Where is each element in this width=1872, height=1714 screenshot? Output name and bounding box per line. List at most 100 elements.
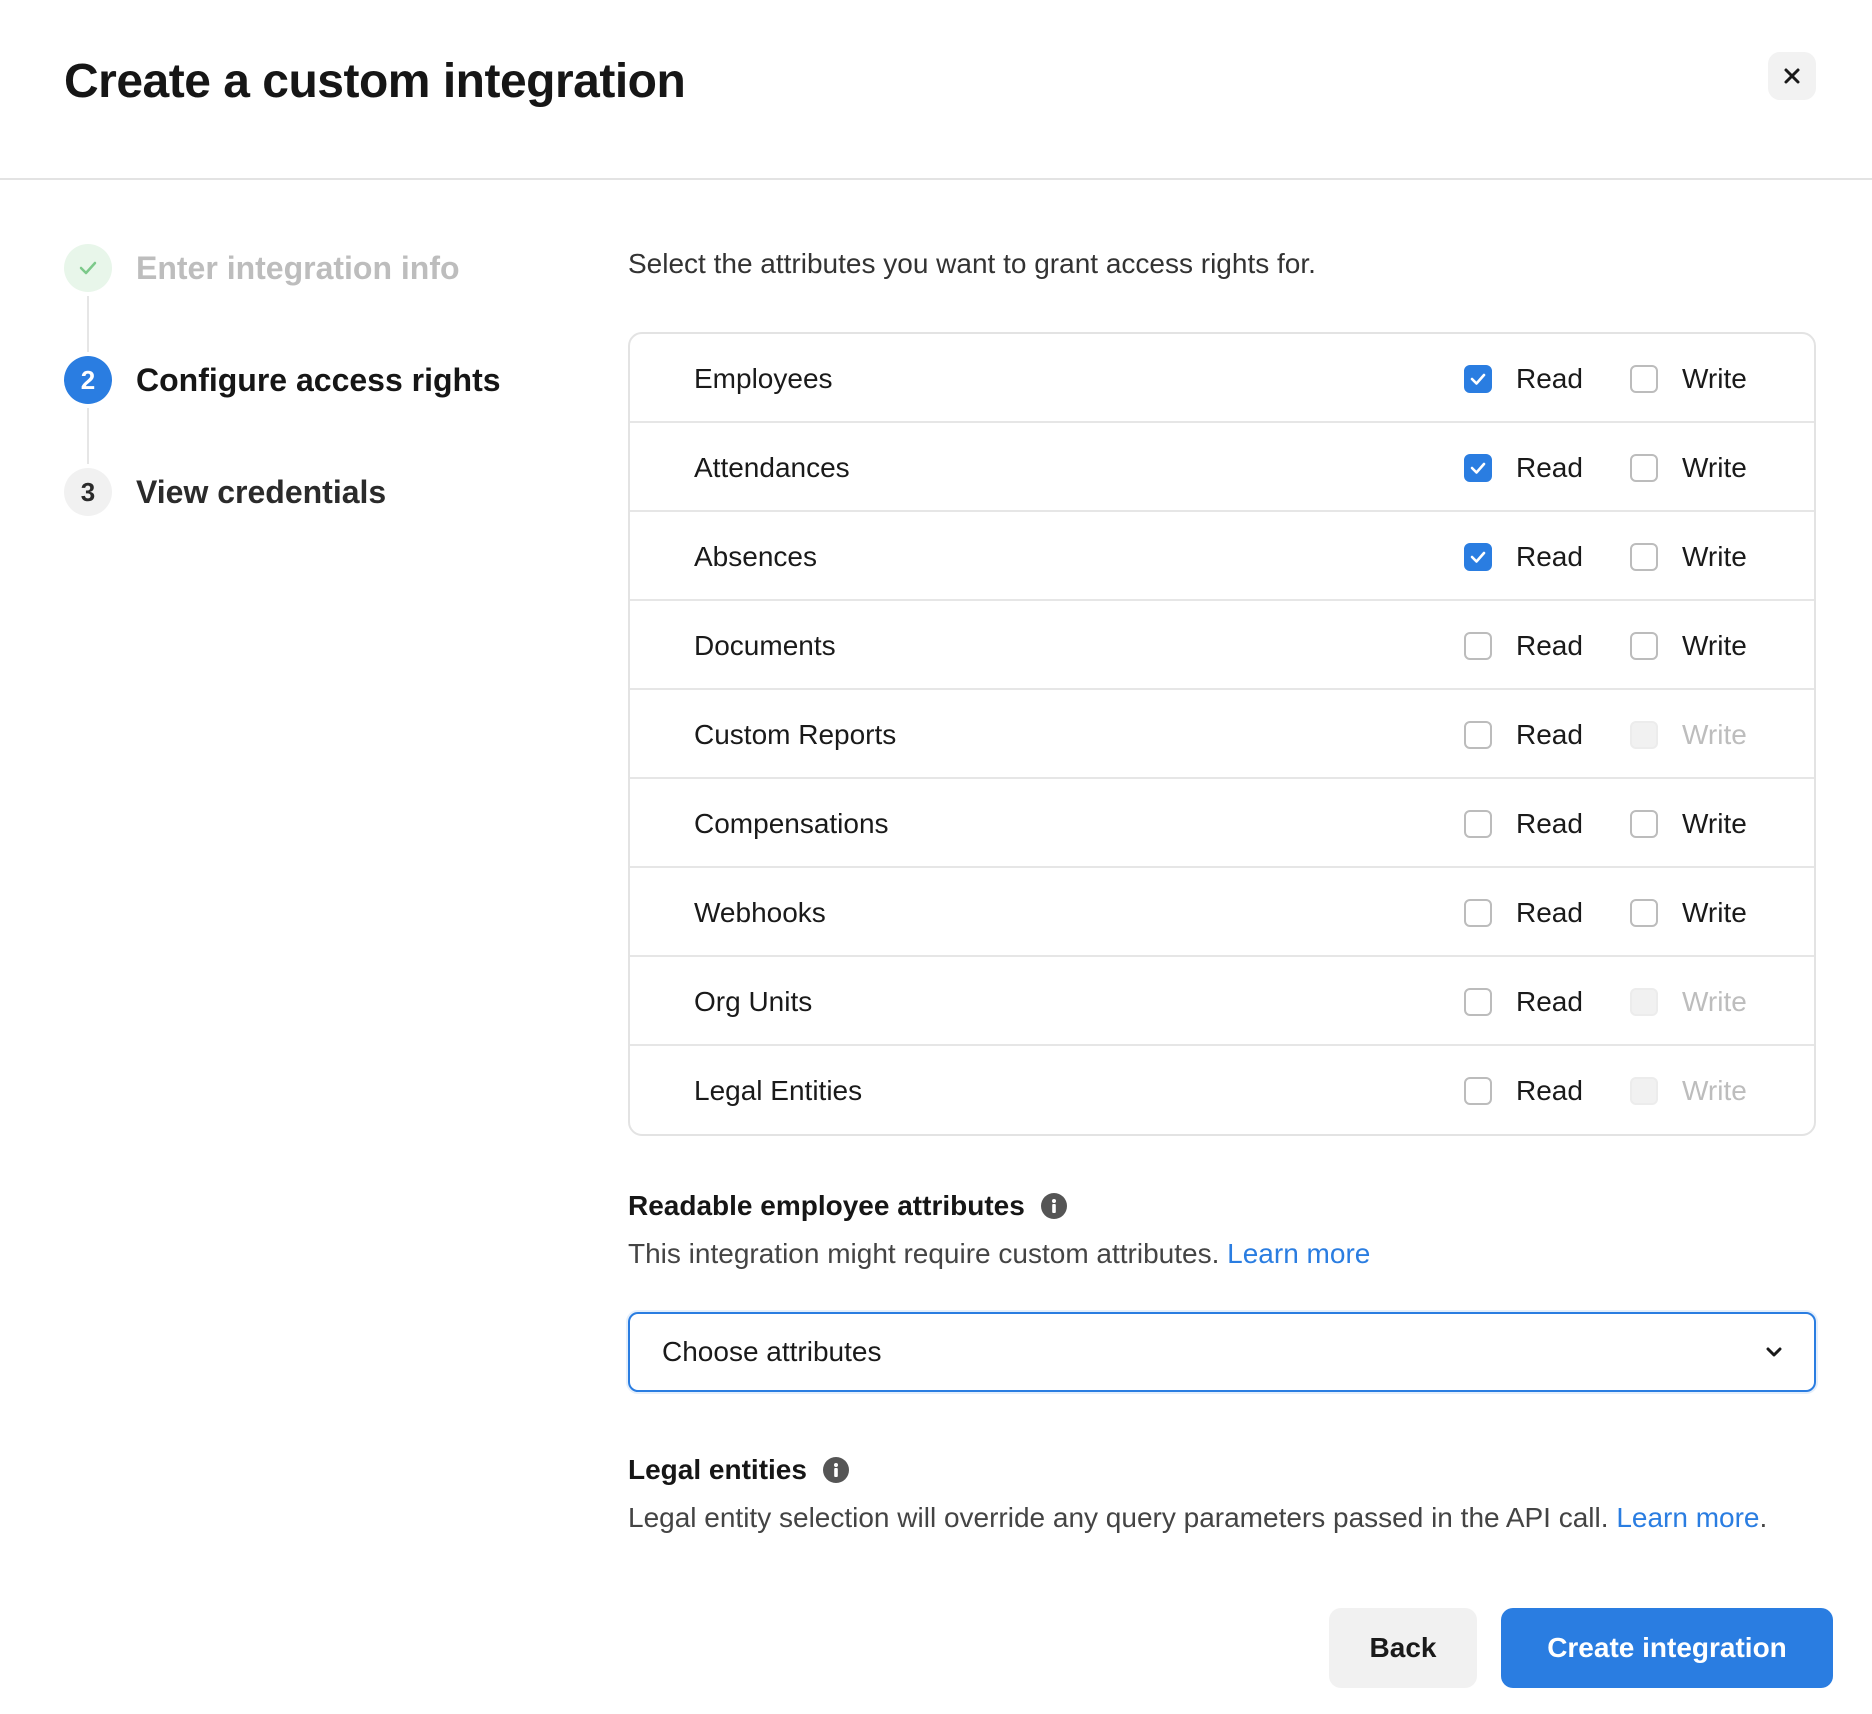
read-option[interactable]: Read xyxy=(1464,512,1583,601)
write-checkbox xyxy=(1630,1076,1658,1105)
read-checkbox[interactable] xyxy=(1464,364,1492,393)
access-row: Employees Read Write xyxy=(630,334,1814,423)
write-label: Write xyxy=(1682,540,1747,572)
step-completed-indicator xyxy=(64,244,112,292)
read-checkbox[interactable] xyxy=(1464,987,1492,1016)
step-number: 2 xyxy=(64,356,112,404)
write-option[interactable]: Write xyxy=(1630,512,1747,601)
read-checkbox[interactable] xyxy=(1464,898,1492,927)
attribute-name: Employees xyxy=(694,363,833,394)
write-option: Write xyxy=(1630,957,1747,1046)
step-configure-access-rights: 2 Configure access rights xyxy=(64,356,501,404)
access-row: Compensations Read Write xyxy=(630,779,1814,868)
read-checkbox[interactable] xyxy=(1464,453,1492,482)
access-row: Documents Read Write xyxy=(630,601,1814,690)
step-view-credentials: 3 View credentials xyxy=(64,468,386,516)
step-number: 3 xyxy=(64,468,112,516)
step-label: Configure access rights xyxy=(136,361,501,398)
write-option[interactable]: Write xyxy=(1630,334,1747,423)
read-checkbox[interactable] xyxy=(1464,542,1492,571)
access-row: Webhooks Read Write xyxy=(630,868,1814,957)
info-icon[interactable] xyxy=(822,1457,849,1483)
legal-entities-title: Legal entities xyxy=(628,1454,807,1485)
step-connector xyxy=(87,408,89,464)
write-label: Write xyxy=(1682,1074,1747,1106)
read-label: Read xyxy=(1516,540,1583,572)
select-value: Choose attributes xyxy=(662,1336,882,1367)
attribute-name: Custom Reports xyxy=(694,719,897,750)
attribute-name: Org Units xyxy=(694,986,813,1017)
access-row: Custom Reports Read Write xyxy=(630,690,1814,779)
write-option: Write xyxy=(1630,1046,1747,1134)
read-option[interactable]: Read xyxy=(1464,690,1583,779)
attribute-name: Legal Entities xyxy=(694,1075,863,1106)
write-checkbox[interactable] xyxy=(1630,631,1658,660)
write-checkbox xyxy=(1630,720,1658,749)
read-checkbox[interactable] xyxy=(1464,809,1492,838)
create-integration-button[interactable]: Create integration xyxy=(1501,1608,1833,1688)
legal-entities-text: Legal entity selection will override any… xyxy=(628,1502,1617,1533)
read-label: Read xyxy=(1516,807,1583,839)
write-checkbox[interactable] xyxy=(1630,453,1658,482)
read-option[interactable]: Read xyxy=(1464,868,1583,957)
write-option[interactable]: Write xyxy=(1630,423,1747,512)
read-option[interactable]: Read xyxy=(1464,334,1583,423)
read-label: Read xyxy=(1516,451,1583,483)
read-option[interactable]: Read xyxy=(1464,779,1583,868)
dialog-title: Create a custom integration xyxy=(64,55,686,108)
choose-attributes-select[interactable]: Choose attributes xyxy=(628,1312,1816,1392)
attribute-name: Attendances xyxy=(694,452,850,483)
write-checkbox[interactable] xyxy=(1630,809,1658,838)
write-checkbox[interactable] xyxy=(1630,542,1658,571)
write-option[interactable]: Write xyxy=(1630,779,1747,868)
access-row: Org Units Read Write xyxy=(630,957,1814,1046)
write-option[interactable]: Write xyxy=(1630,868,1747,957)
attribute-name: Documents xyxy=(694,630,836,661)
step-enter-integration-info[interactable]: Enter integration info xyxy=(64,244,460,292)
read-label: Read xyxy=(1516,1074,1583,1106)
step-connector xyxy=(87,296,89,352)
check-icon xyxy=(79,261,97,275)
read-label: Read xyxy=(1516,896,1583,928)
readable-attributes-title: Readable employee attributes xyxy=(628,1190,1025,1221)
read-checkbox[interactable] xyxy=(1464,631,1492,660)
close-button[interactable] xyxy=(1768,52,1816,100)
write-label: Write xyxy=(1682,896,1747,928)
write-checkbox[interactable] xyxy=(1630,898,1658,927)
read-label: Read xyxy=(1516,362,1583,394)
readable-attributes-description: This integration might require custom at… xyxy=(628,1238,1370,1270)
read-option[interactable]: Read xyxy=(1464,1046,1583,1134)
write-option: Write xyxy=(1630,690,1747,779)
read-label: Read xyxy=(1516,718,1583,750)
write-label: Write xyxy=(1682,807,1747,839)
back-button[interactable]: Back xyxy=(1329,1608,1477,1688)
read-checkbox[interactable] xyxy=(1464,720,1492,749)
access-row: Legal Entities Read Write xyxy=(630,1046,1814,1134)
write-checkbox[interactable] xyxy=(1630,364,1658,393)
attribute-name: Compensations xyxy=(694,808,889,839)
learn-more-link[interactable]: Learn more xyxy=(1616,1502,1759,1533)
write-label: Write xyxy=(1682,362,1747,394)
sentence-end: . xyxy=(1759,1502,1768,1533)
legal-entities-heading: Legal entities xyxy=(628,1454,849,1486)
write-label: Write xyxy=(1682,985,1747,1017)
write-option[interactable]: Write xyxy=(1630,601,1747,690)
access-row: Attendances Read Write xyxy=(630,423,1814,512)
read-option[interactable]: Read xyxy=(1464,957,1583,1046)
readable-attributes-heading: Readable employee attributes xyxy=(628,1190,1067,1222)
chevron-down-icon xyxy=(1766,1347,1782,1357)
info-icon[interactable] xyxy=(1040,1193,1067,1219)
read-option[interactable]: Read xyxy=(1464,601,1583,690)
readable-attributes-text: This integration might require custom at… xyxy=(628,1238,1228,1269)
step-label: Enter integration info xyxy=(136,249,460,286)
read-option[interactable]: Read xyxy=(1464,423,1583,512)
learn-more-link[interactable]: Learn more xyxy=(1227,1238,1370,1269)
read-label: Read xyxy=(1516,629,1583,661)
attribute-name: Absences xyxy=(694,541,817,572)
write-label: Write xyxy=(1682,718,1747,750)
step-label: View credentials xyxy=(136,473,387,510)
attribute-name: Webhooks xyxy=(694,897,826,928)
close-icon xyxy=(1784,68,1800,84)
read-checkbox[interactable] xyxy=(1464,1076,1492,1105)
read-label: Read xyxy=(1516,985,1583,1017)
